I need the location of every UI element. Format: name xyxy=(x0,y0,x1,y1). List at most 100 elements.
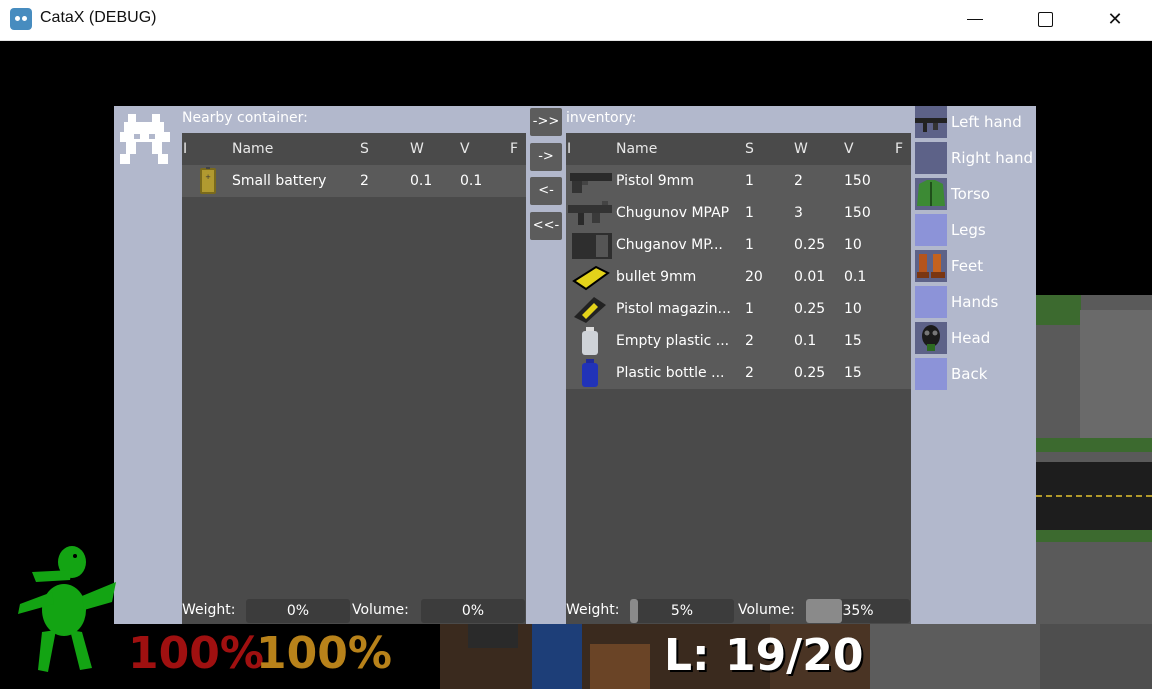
container-volume-bar: 0% xyxy=(421,599,525,623)
transfer-right-button[interactable]: -> xyxy=(530,143,562,171)
maximize-icon xyxy=(1037,11,1053,27)
health-percent: 100% xyxy=(128,628,264,679)
weight-fill xyxy=(630,599,638,623)
transfer-left-button[interactable]: <- xyxy=(530,177,562,205)
equipment-label: Right hand xyxy=(951,149,1033,167)
col-icon[interactable]: I xyxy=(567,141,571,157)
volume-label: Volume: xyxy=(352,602,409,618)
item-name: Pistol 9mm xyxy=(616,173,694,189)
container-weight-bar: 0% xyxy=(246,599,350,623)
container-column-headers: I Name S W V F xyxy=(182,133,526,165)
minimize-button[interactable] xyxy=(952,0,998,38)
col-icon[interactable]: I xyxy=(183,141,187,157)
volume-value: 0% xyxy=(461,603,485,619)
title-bar: CataX (DEBUG) ✕ xyxy=(0,0,1152,41)
equipment-label: Torso xyxy=(951,185,990,203)
monster-icon xyxy=(120,114,170,164)
body-status-figure[interactable] xyxy=(12,542,122,677)
container-row[interactable]: + Small battery 2 0.1 0.1 xyxy=(182,165,526,197)
col-volume[interactable]: V xyxy=(460,141,470,157)
building-tile xyxy=(1080,310,1152,438)
volume-label: Volume: xyxy=(738,602,795,618)
inventory-row[interactable]: Plastic bottle ... 2 0.25 15 xyxy=(566,357,911,389)
maximize-button[interactable] xyxy=(1022,0,1068,38)
item-volume: 0.1 xyxy=(844,269,867,285)
equipment-label: Feet xyxy=(951,257,984,275)
item-size: 2 xyxy=(745,365,754,381)
pistol-magazine-icon xyxy=(574,297,606,323)
grass-tile xyxy=(1036,295,1081,325)
equipment-label: Left hand xyxy=(951,113,1022,131)
weight-value: 0% xyxy=(286,603,310,619)
inventory-row[interactable]: Chuganov MP... 1 0.25 10 xyxy=(566,229,911,261)
weight-label: Weight: xyxy=(182,602,236,618)
transfer-all-left-button[interactable]: <<- xyxy=(530,212,562,240)
col-flags[interactable]: F xyxy=(510,141,518,157)
bullet-icon xyxy=(572,265,610,291)
equipment-label: Head xyxy=(951,329,991,347)
close-button[interactable]: ✕ xyxy=(1092,0,1138,38)
inventory-row[interactable]: Empty plastic ... 2 0.1 15 xyxy=(566,325,911,357)
item-size: 2 xyxy=(360,173,369,189)
item-weight: 0.25 xyxy=(794,237,826,253)
col-size[interactable]: S xyxy=(745,141,754,157)
boots-icon xyxy=(917,254,945,278)
container-header: Nearby container: xyxy=(182,106,526,133)
equipment-slot-head[interactable] xyxy=(915,322,947,354)
col-weight[interactable]: W xyxy=(410,141,424,157)
equipment-slot-legs[interactable] xyxy=(915,214,947,246)
item-volume: 150 xyxy=(844,173,871,189)
item-name: Chugunov MPAP xyxy=(616,205,730,221)
item-size: 1 xyxy=(745,237,754,253)
pistol-icon xyxy=(570,173,612,193)
inventory-weight-bar: 5% xyxy=(630,599,734,623)
road-marking xyxy=(1036,495,1152,497)
item-name: Chuganov MP... xyxy=(616,237,723,253)
item-weight: 0.25 xyxy=(794,301,826,317)
inventory-row[interactable]: Pistol magazin... 1 0.25 10 xyxy=(566,293,911,325)
equipment-slot-feet[interactable] xyxy=(915,250,947,282)
equipment-slot-hands[interactable] xyxy=(915,286,947,318)
col-size[interactable]: S xyxy=(360,141,369,157)
gas-mask-icon xyxy=(922,325,940,351)
inventory-row[interactable]: bullet 9mm 20 0.01 0.1 xyxy=(566,261,911,293)
item-name: bullet 9mm xyxy=(616,269,697,285)
item-size: 2 xyxy=(745,333,754,349)
container-gutter xyxy=(114,106,182,624)
magazine-icon xyxy=(572,233,612,259)
item-volume: 15 xyxy=(844,365,862,381)
equipment-slot-back[interactable] xyxy=(915,358,947,390)
item-volume: 10 xyxy=(844,237,862,253)
grass-tile xyxy=(1036,438,1152,452)
stamina-percent: 100% xyxy=(256,628,392,679)
volume-value: 35% xyxy=(842,603,874,619)
col-name[interactable]: Name xyxy=(232,141,273,157)
minimize-icon xyxy=(967,18,983,20)
grass-tile xyxy=(1036,530,1152,542)
col-volume[interactable]: V xyxy=(844,141,854,157)
inventory-header: inventory: xyxy=(566,106,911,133)
item-weight: 3 xyxy=(794,205,803,221)
col-name[interactable]: Name xyxy=(616,141,657,157)
nearby-container-panel: Nearby container: I Name S W V F + Small… xyxy=(182,106,526,624)
equipment-slot-right-hand[interactable] xyxy=(915,142,947,174)
item-size: 20 xyxy=(745,269,763,285)
equipment-label: Hands xyxy=(951,293,999,311)
inventory-row[interactable]: Pistol 9mm 1 2 150 xyxy=(566,165,911,197)
item-size: 1 xyxy=(745,301,754,317)
item-weight: 0.01 xyxy=(794,269,826,285)
equipment-slot-torso[interactable] xyxy=(915,178,947,210)
godot-app-icon xyxy=(10,8,32,30)
col-weight[interactable]: W xyxy=(794,141,808,157)
equipment-slot-left-hand[interactable] xyxy=(915,106,947,138)
item-weight: 2 xyxy=(794,173,803,189)
col-flags[interactable]: F xyxy=(895,141,903,157)
item-volume: 150 xyxy=(844,205,871,221)
transfer-all-right-button[interactable]: ->> xyxy=(530,108,562,136)
inventory-row[interactable]: Chugunov MPAP 1 3 150 xyxy=(566,197,911,229)
item-name: Small battery xyxy=(232,173,327,189)
svg-text:+: + xyxy=(205,173,211,181)
inventory-panel: inventory: I Name S W V F Pistol 9mm 1 2… xyxy=(566,106,911,624)
rifle-icon xyxy=(915,118,947,132)
item-volume: 15 xyxy=(844,333,862,349)
